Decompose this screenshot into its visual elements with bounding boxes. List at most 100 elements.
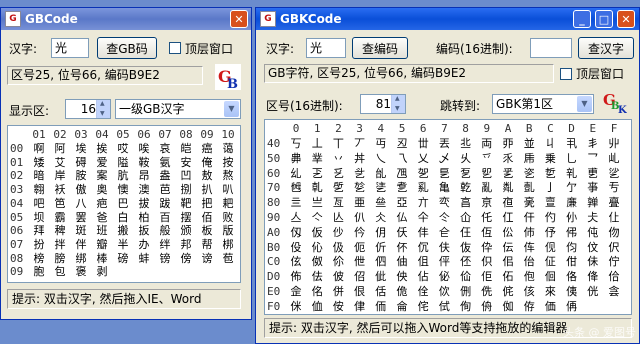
char-cell[interactable]: 爸: [95, 211, 109, 224]
char-cell[interactable]: 佇: [607, 255, 621, 268]
char-cell[interactable]: 蚌: [137, 252, 151, 265]
gbk-char-grid[interactable]: 0 1 2 3 4 5 6 7 8 9 A B C D E F 40 丂丄丅丆丏丒丗丟丠両丣並丩丮丯丱 50 丳丵丷丼…: [264, 119, 632, 315]
char-cell[interactable]: 仴: [374, 226, 388, 239]
char-cell[interactable]: 仢: [543, 211, 557, 224]
char-cell[interactable]: 伅: [586, 226, 600, 239]
char-cell[interactable]: 癌: [200, 142, 214, 155]
char-cell[interactable]: 亹: [607, 196, 621, 209]
char-cell[interactable]: 佮: [607, 270, 621, 283]
char-cell[interactable]: 両: [480, 137, 494, 150]
char-cell[interactable]: 板: [200, 224, 214, 237]
char-cell[interactable]: 乻: [353, 181, 367, 194]
char-cell[interactable]: 办: [137, 238, 151, 251]
char-cell[interactable]: 昂: [137, 169, 151, 182]
char-cell[interactable]: 丅: [331, 137, 345, 150]
ontop-checkbox[interactable]: [169, 42, 181, 54]
char-cell[interactable]: 佉: [310, 270, 324, 283]
char-cell[interactable]: 挨: [95, 142, 109, 155]
char-cell[interactable]: 磅: [116, 252, 130, 265]
char-cell[interactable]: 仦: [565, 211, 579, 224]
char-cell[interactable]: 皑: [179, 142, 193, 155]
char-cell[interactable]: 佡: [459, 270, 473, 283]
char-cell[interactable]: 亶: [543, 196, 557, 209]
char-cell[interactable]: 丂: [289, 137, 303, 150]
char-cell[interactable]: 亀: [437, 181, 451, 194]
char-cell[interactable]: 苞: [221, 252, 235, 265]
char-cell[interactable]: 佊: [331, 270, 345, 283]
char-cell[interactable]: 佈: [289, 270, 303, 283]
char-cell[interactable]: 阿: [53, 142, 67, 155]
char-cell[interactable]: 亖: [289, 196, 303, 209]
char-cell[interactable]: 俺: [200, 156, 214, 169]
char-cell[interactable]: 绑: [74, 252, 88, 265]
char-cell[interactable]: 绊: [158, 238, 172, 251]
char-cell[interactable]: 仠: [522, 211, 536, 224]
char-cell[interactable]: 佽: [437, 285, 451, 298]
char-cell[interactable]: 価: [543, 300, 557, 313]
char-cell[interactable]: 仏: [395, 211, 409, 224]
char-cell[interactable]: 膀: [53, 252, 67, 265]
char-cell[interactable]: 亯: [459, 196, 473, 209]
char-cell[interactable]: 埃: [74, 142, 88, 155]
char-cell[interactable]: 蔼: [221, 142, 235, 155]
char-cell[interactable]: 耙: [221, 197, 235, 210]
char-cell[interactable]: 扳: [137, 224, 151, 237]
char-cell[interactable]: 乼: [374, 181, 388, 194]
char-cell[interactable]: 伹: [416, 255, 430, 268]
char-cell[interactable]: 亼: [289, 211, 303, 224]
char-cell[interactable]: 佸: [374, 285, 388, 298]
char-cell[interactable]: 暗: [32, 169, 46, 182]
char-cell[interactable]: 伩: [586, 241, 600, 254]
char-cell[interactable]: 靶: [179, 197, 193, 210]
char-cell[interactable]: 帮: [200, 238, 214, 251]
char-cell[interactable]: 侎: [289, 300, 303, 313]
char-cell[interactable]: 佪: [543, 270, 557, 283]
char-cell[interactable]: 乊: [480, 152, 494, 165]
char-cell[interactable]: 乂: [416, 152, 430, 165]
char-cell[interactable]: 伮: [310, 255, 324, 268]
char-cell[interactable]: 奥: [95, 183, 109, 196]
char-cell[interactable]: 侕: [374, 300, 388, 313]
char-cell[interactable]: 亄: [522, 181, 536, 194]
char-cell[interactable]: 仧: [586, 211, 600, 224]
char-cell[interactable]: 亅: [543, 181, 557, 194]
char-cell[interactable]: 乵: [565, 167, 579, 180]
char-cell[interactable]: 亂: [480, 181, 494, 194]
char-cell[interactable]: 侓: [353, 300, 367, 313]
char-cell[interactable]: 乗: [543, 152, 557, 165]
char-cell[interactable]: 版: [221, 224, 235, 237]
char-cell[interactable]: 佌: [374, 270, 388, 283]
char-cell[interactable]: 仈: [353, 211, 367, 224]
char-cell[interactable]: 丵: [310, 152, 324, 165]
char-cell[interactable]: 仼: [459, 226, 473, 239]
char-cell[interactable]: 佨: [522, 270, 536, 283]
char-cell[interactable]: 霸: [53, 211, 67, 224]
char-cell[interactable]: 佦: [501, 270, 515, 283]
char-cell[interactable]: 稗: [53, 224, 67, 237]
char-cell[interactable]: 伃: [543, 226, 557, 239]
char-cell[interactable]: 斑: [74, 224, 88, 237]
char-cell[interactable]: 仯: [331, 226, 345, 239]
zone-spinner[interactable]: 16: [65, 99, 111, 119]
char-cell[interactable]: 傍: [179, 252, 193, 265]
char-cell[interactable]: 乹: [310, 181, 324, 194]
char-cell[interactable]: 乸: [289, 181, 303, 194]
char-cell[interactable]: 亐: [607, 181, 621, 194]
char-cell[interactable]: 摆: [179, 211, 193, 224]
char-cell[interactable]: 伂: [522, 226, 536, 239]
char-cell[interactable]: 班: [95, 224, 109, 237]
char-cell[interactable]: 般: [158, 224, 172, 237]
char-cell[interactable]: 梆: [221, 238, 235, 251]
char-cell[interactable]: 仩: [607, 211, 621, 224]
char-cell[interactable]: 侞: [501, 300, 515, 313]
char-cell[interactable]: 亙: [331, 196, 345, 209]
char-cell[interactable]: 剥: [95, 265, 109, 278]
char-cell[interactable]: 瓣: [95, 238, 109, 251]
char-cell[interactable]: 坝: [32, 211, 46, 224]
char-cell[interactable]: 矮: [32, 156, 46, 169]
char-cell[interactable]: 佺: [416, 285, 430, 298]
char-cell[interactable]: 亁: [459, 181, 473, 194]
char-cell[interactable]: 侙: [437, 300, 451, 313]
char-cell[interactable]: 佹: [395, 285, 409, 298]
char-cell[interactable]: 侇: [565, 285, 579, 298]
